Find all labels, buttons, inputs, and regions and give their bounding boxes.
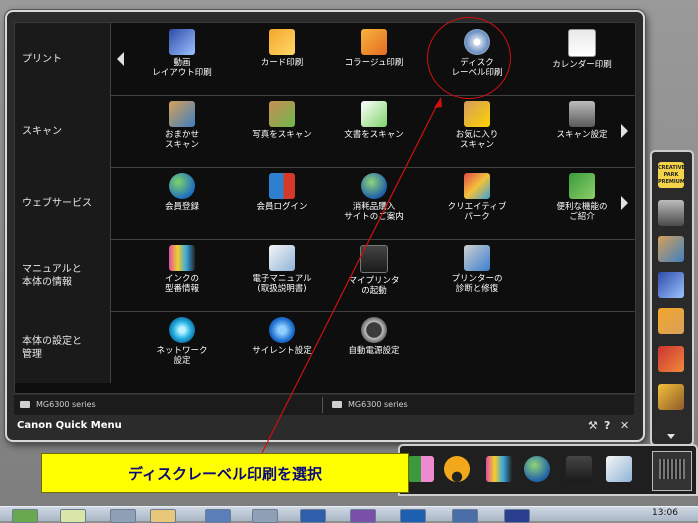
instruction-callout: ディスクレーベル印刷を選択: [41, 453, 409, 493]
callout-arrow: [261, 97, 442, 454]
